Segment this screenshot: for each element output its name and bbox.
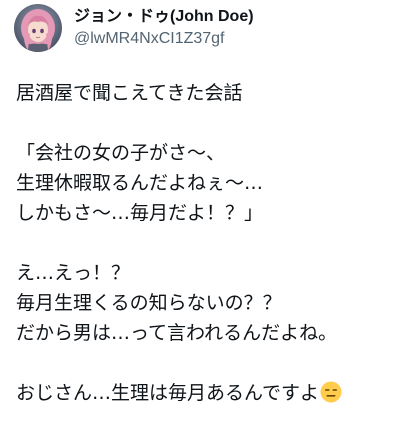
author-handle[interactable]: @lwMR4NxCI1Z37gf bbox=[74, 29, 254, 49]
tweet-line: だから男は…って言われるんだよね。 bbox=[16, 322, 338, 344]
tweet-line: 居酒屋で聞こえてきた会話 bbox=[16, 82, 243, 104]
avatar-anime-pink-hair-icon bbox=[14, 4, 62, 52]
author-names: ジョン・ドゥ(John Doe) @lwMR4NxCI1Z37gf bbox=[74, 7, 254, 49]
tweet-last-line: おじさん…生理は毎月あるんですよ bbox=[16, 378, 396, 408]
expressionless-face-emoji-icon bbox=[320, 381, 342, 403]
tweet-line: 生理休暇取るんだよねぇ〜… bbox=[16, 172, 264, 194]
tweet-line: しかもさ〜…毎月だよ！？」 bbox=[16, 202, 264, 224]
tweet-line: え…えっ！？ bbox=[16, 262, 131, 284]
tweet-line: 「会社の女の子がさ〜、 bbox=[16, 142, 226, 164]
tweet-text: 居酒屋で聞こえてきた会話 「会社の女の子がさ〜、 生理休暇取るんだよねぇ〜… し… bbox=[16, 78, 396, 408]
author-display-name[interactable]: ジョン・ドゥ(John Doe) bbox=[74, 7, 254, 27]
tweet-line: 毎月生理くるの知らないの？？ bbox=[16, 292, 282, 314]
tweet-header: ジョン・ドゥ(John Doe) @lwMR4NxCI1Z37gf bbox=[14, 4, 254, 52]
tweet: ジョン・ドゥ(John Doe) @lwMR4NxCI1Z37gf 居酒屋で聞こ… bbox=[0, 0, 404, 442]
tweet-line: おじさん…生理は毎月あるんですよ bbox=[16, 382, 320, 404]
avatar[interactable] bbox=[14, 4, 62, 52]
